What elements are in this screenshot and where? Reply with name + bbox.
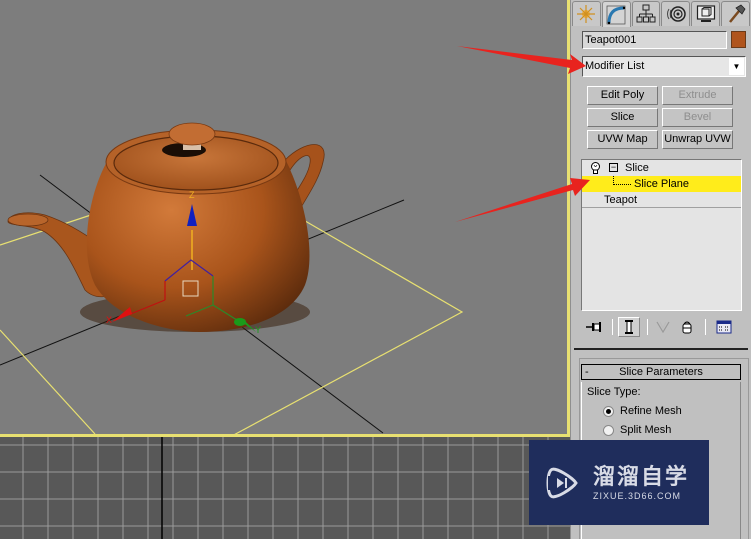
- stack-item-slice[interactable]: − Slice: [582, 160, 741, 176]
- uvw-map-button[interactable]: UVW Map: [587, 130, 658, 149]
- configure-modifier-sets-icon: [716, 320, 732, 334]
- stack-item-slice-plane[interactable]: Slice Plane: [582, 176, 741, 192]
- utilities-icon: [728, 4, 746, 23]
- object-name-field[interactable]: Teapot001: [582, 31, 727, 49]
- tab-create[interactable]: [572, 1, 601, 26]
- toolbar-separator: [647, 319, 648, 335]
- stack-item-teapot[interactable]: Teapot: [582, 192, 741, 208]
- show-end-result-button[interactable]: [618, 317, 640, 337]
- make-unique-button[interactable]: [653, 317, 673, 337]
- watermark-logo: 溜溜自学 ZIXUE.3D66.COM: [529, 440, 709, 525]
- remove-modifier-button[interactable]: [677, 317, 697, 337]
- perspective-viewport[interactable]: Z X Y: [0, 0, 570, 437]
- z-axis-label: Z: [189, 190, 195, 200]
- y-axis-label: Y: [255, 325, 261, 335]
- split-mesh-label: Split Mesh: [620, 424, 672, 436]
- modifier-buttons: Edit Poly Extrude Slice Bevel UVW Map Un…: [587, 86, 745, 149]
- edit-poly-button[interactable]: Edit Poly: [587, 86, 658, 105]
- command-panel-tabs: [572, 1, 750, 27]
- lightbulb-icon[interactable]: [590, 162, 601, 174]
- refine-mesh-option[interactable]: Refine Mesh: [603, 405, 682, 417]
- grid-lines: [0, 437, 570, 539]
- modifier-list-dropdown[interactable]: Modifier List ▼: [582, 56, 746, 77]
- object-color-swatch[interactable]: [731, 31, 746, 48]
- configure-modifier-sets-button[interactable]: [713, 317, 735, 337]
- watermark-url: ZIXUE.3D66.COM: [593, 490, 682, 501]
- viewport-scene: Z X Y: [0, 122, 464, 434]
- collapse-icon[interactable]: −: [609, 163, 618, 172]
- panel-divider: [574, 348, 748, 350]
- tree-connector: [613, 184, 631, 185]
- toolbar-separator: [612, 319, 613, 335]
- make-unique-icon: [656, 321, 670, 333]
- modify-icon: [606, 5, 626, 24]
- unwrap-uvw-button[interactable]: Unwrap UVW: [662, 130, 733, 149]
- refine-mesh-radio[interactable]: [603, 405, 614, 417]
- extrude-button[interactable]: Extrude: [662, 86, 733, 105]
- stack-item-label: Slice: [625, 162, 649, 174]
- tab-modify[interactable]: [601, 1, 631, 27]
- split-mesh-option[interactable]: Split Mesh: [603, 424, 671, 436]
- split-mesh-radio[interactable]: [603, 424, 614, 436]
- stack-item-label: Slice Plane: [634, 178, 690, 190]
- pin-stack-icon: [586, 322, 601, 332]
- create-icon: [577, 5, 596, 23]
- remove-modifier-icon: [682, 321, 692, 334]
- hierarchy-icon: [636, 4, 656, 23]
- x-axis-label: X: [106, 315, 112, 325]
- tab-display[interactable]: [691, 1, 721, 26]
- modifier-stack[interactable]: − Slice Slice Plane Teapot: [581, 159, 742, 311]
- top-viewport[interactable]: [0, 437, 570, 539]
- stack-item-label: Teapot: [604, 194, 638, 206]
- teapot-object: [7, 122, 325, 332]
- rollout-collapse-icon: -: [585, 366, 589, 378]
- motion-icon: [666, 6, 686, 22]
- bevel-button[interactable]: Bevel: [662, 108, 733, 127]
- tab-motion[interactable]: [661, 1, 691, 26]
- rollout-title: Slice Parameters: [619, 366, 703, 378]
- toolbar-separator: [705, 319, 706, 335]
- pin-stack-button[interactable]: [583, 317, 605, 337]
- watermark-title: 溜溜自学: [593, 463, 690, 489]
- slice-button[interactable]: Slice: [587, 108, 658, 127]
- tab-hierarchy[interactable]: [631, 1, 661, 26]
- rollout-header-slice-parameters[interactable]: - Slice Parameters: [581, 364, 741, 380]
- show-end-result-icon: [625, 320, 633, 334]
- stack-toolbar: [581, 317, 746, 337]
- refine-mesh-label: Refine Mesh: [620, 405, 682, 417]
- play-logo-icon: [546, 467, 578, 498]
- display-icon: [696, 5, 715, 22]
- tab-utilities[interactable]: [721, 1, 750, 26]
- modifier-list-label: Modifier List: [585, 60, 645, 72]
- slice-type-label: Slice Type:: [587, 386, 641, 398]
- chevron-down-icon[interactable]: ▼: [729, 58, 744, 75]
